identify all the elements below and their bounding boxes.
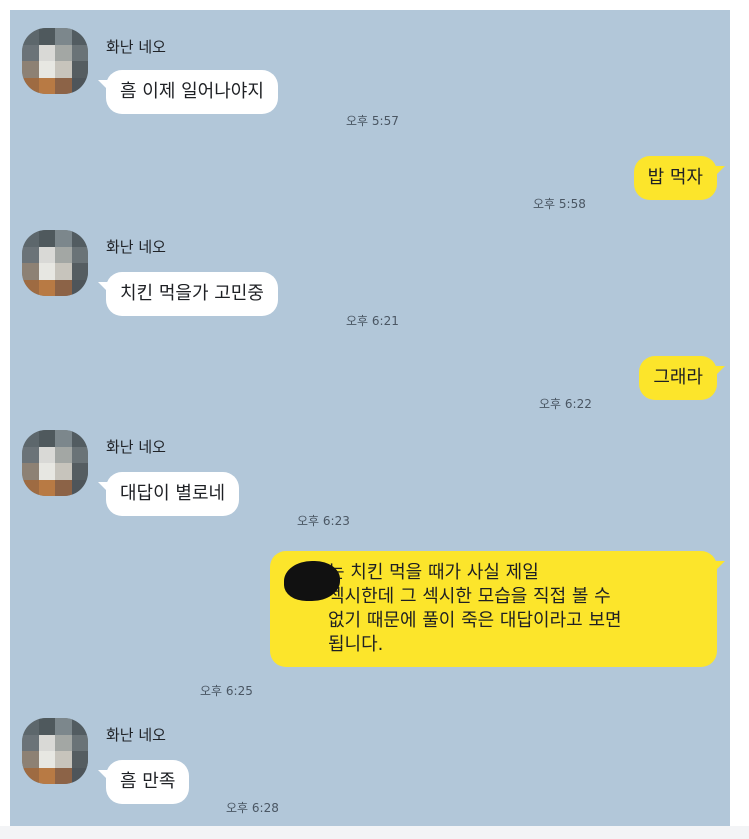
message-time: 오후 6:25 bbox=[200, 684, 253, 698]
sender-name: 화난 네오 bbox=[106, 238, 166, 256]
sender-name: 화난 네오 bbox=[106, 726, 166, 744]
message-time: 오후 6:21 bbox=[346, 314, 399, 328]
received-message[interactable]: 흠 만족 bbox=[97, 760, 190, 804]
sender-avatar[interactable] bbox=[22, 430, 88, 496]
message-time: 오후 5:57 bbox=[346, 114, 399, 128]
received-message[interactable]: 대답이 별로네 bbox=[97, 472, 240, 516]
chat-room[interactable] bbox=[10, 10, 730, 826]
sent-message[interactable]: 는 치킨 먹을 때가 사실 제일 섹시한데 그 섹시한 모습을 직접 볼 수 없… bbox=[270, 551, 725, 667]
received-message[interactable]: 치킨 먹을가 고민중 bbox=[98, 272, 278, 316]
message-time: 오후 5:58 bbox=[533, 197, 586, 211]
sender-name: 화난 네오 bbox=[106, 38, 166, 56]
sender-avatar[interactable] bbox=[22, 230, 88, 296]
message-time: 오후 6:22 bbox=[539, 397, 592, 411]
sent-message[interactable]: 밥 먹자 bbox=[633, 156, 726, 200]
message-time: 오후 6:23 bbox=[297, 514, 350, 528]
received-message[interactable]: 흠 이제 일어나야지 bbox=[98, 70, 278, 114]
sender-name: 화난 네오 bbox=[106, 438, 166, 456]
redaction-mark bbox=[284, 561, 340, 601]
sent-message[interactable]: 그래라 bbox=[639, 356, 725, 400]
bottom-edge bbox=[0, 826, 749, 839]
message-time: 오후 6:28 bbox=[226, 801, 279, 815]
sender-avatar[interactable] bbox=[22, 718, 88, 784]
sender-avatar[interactable] bbox=[22, 28, 88, 94]
